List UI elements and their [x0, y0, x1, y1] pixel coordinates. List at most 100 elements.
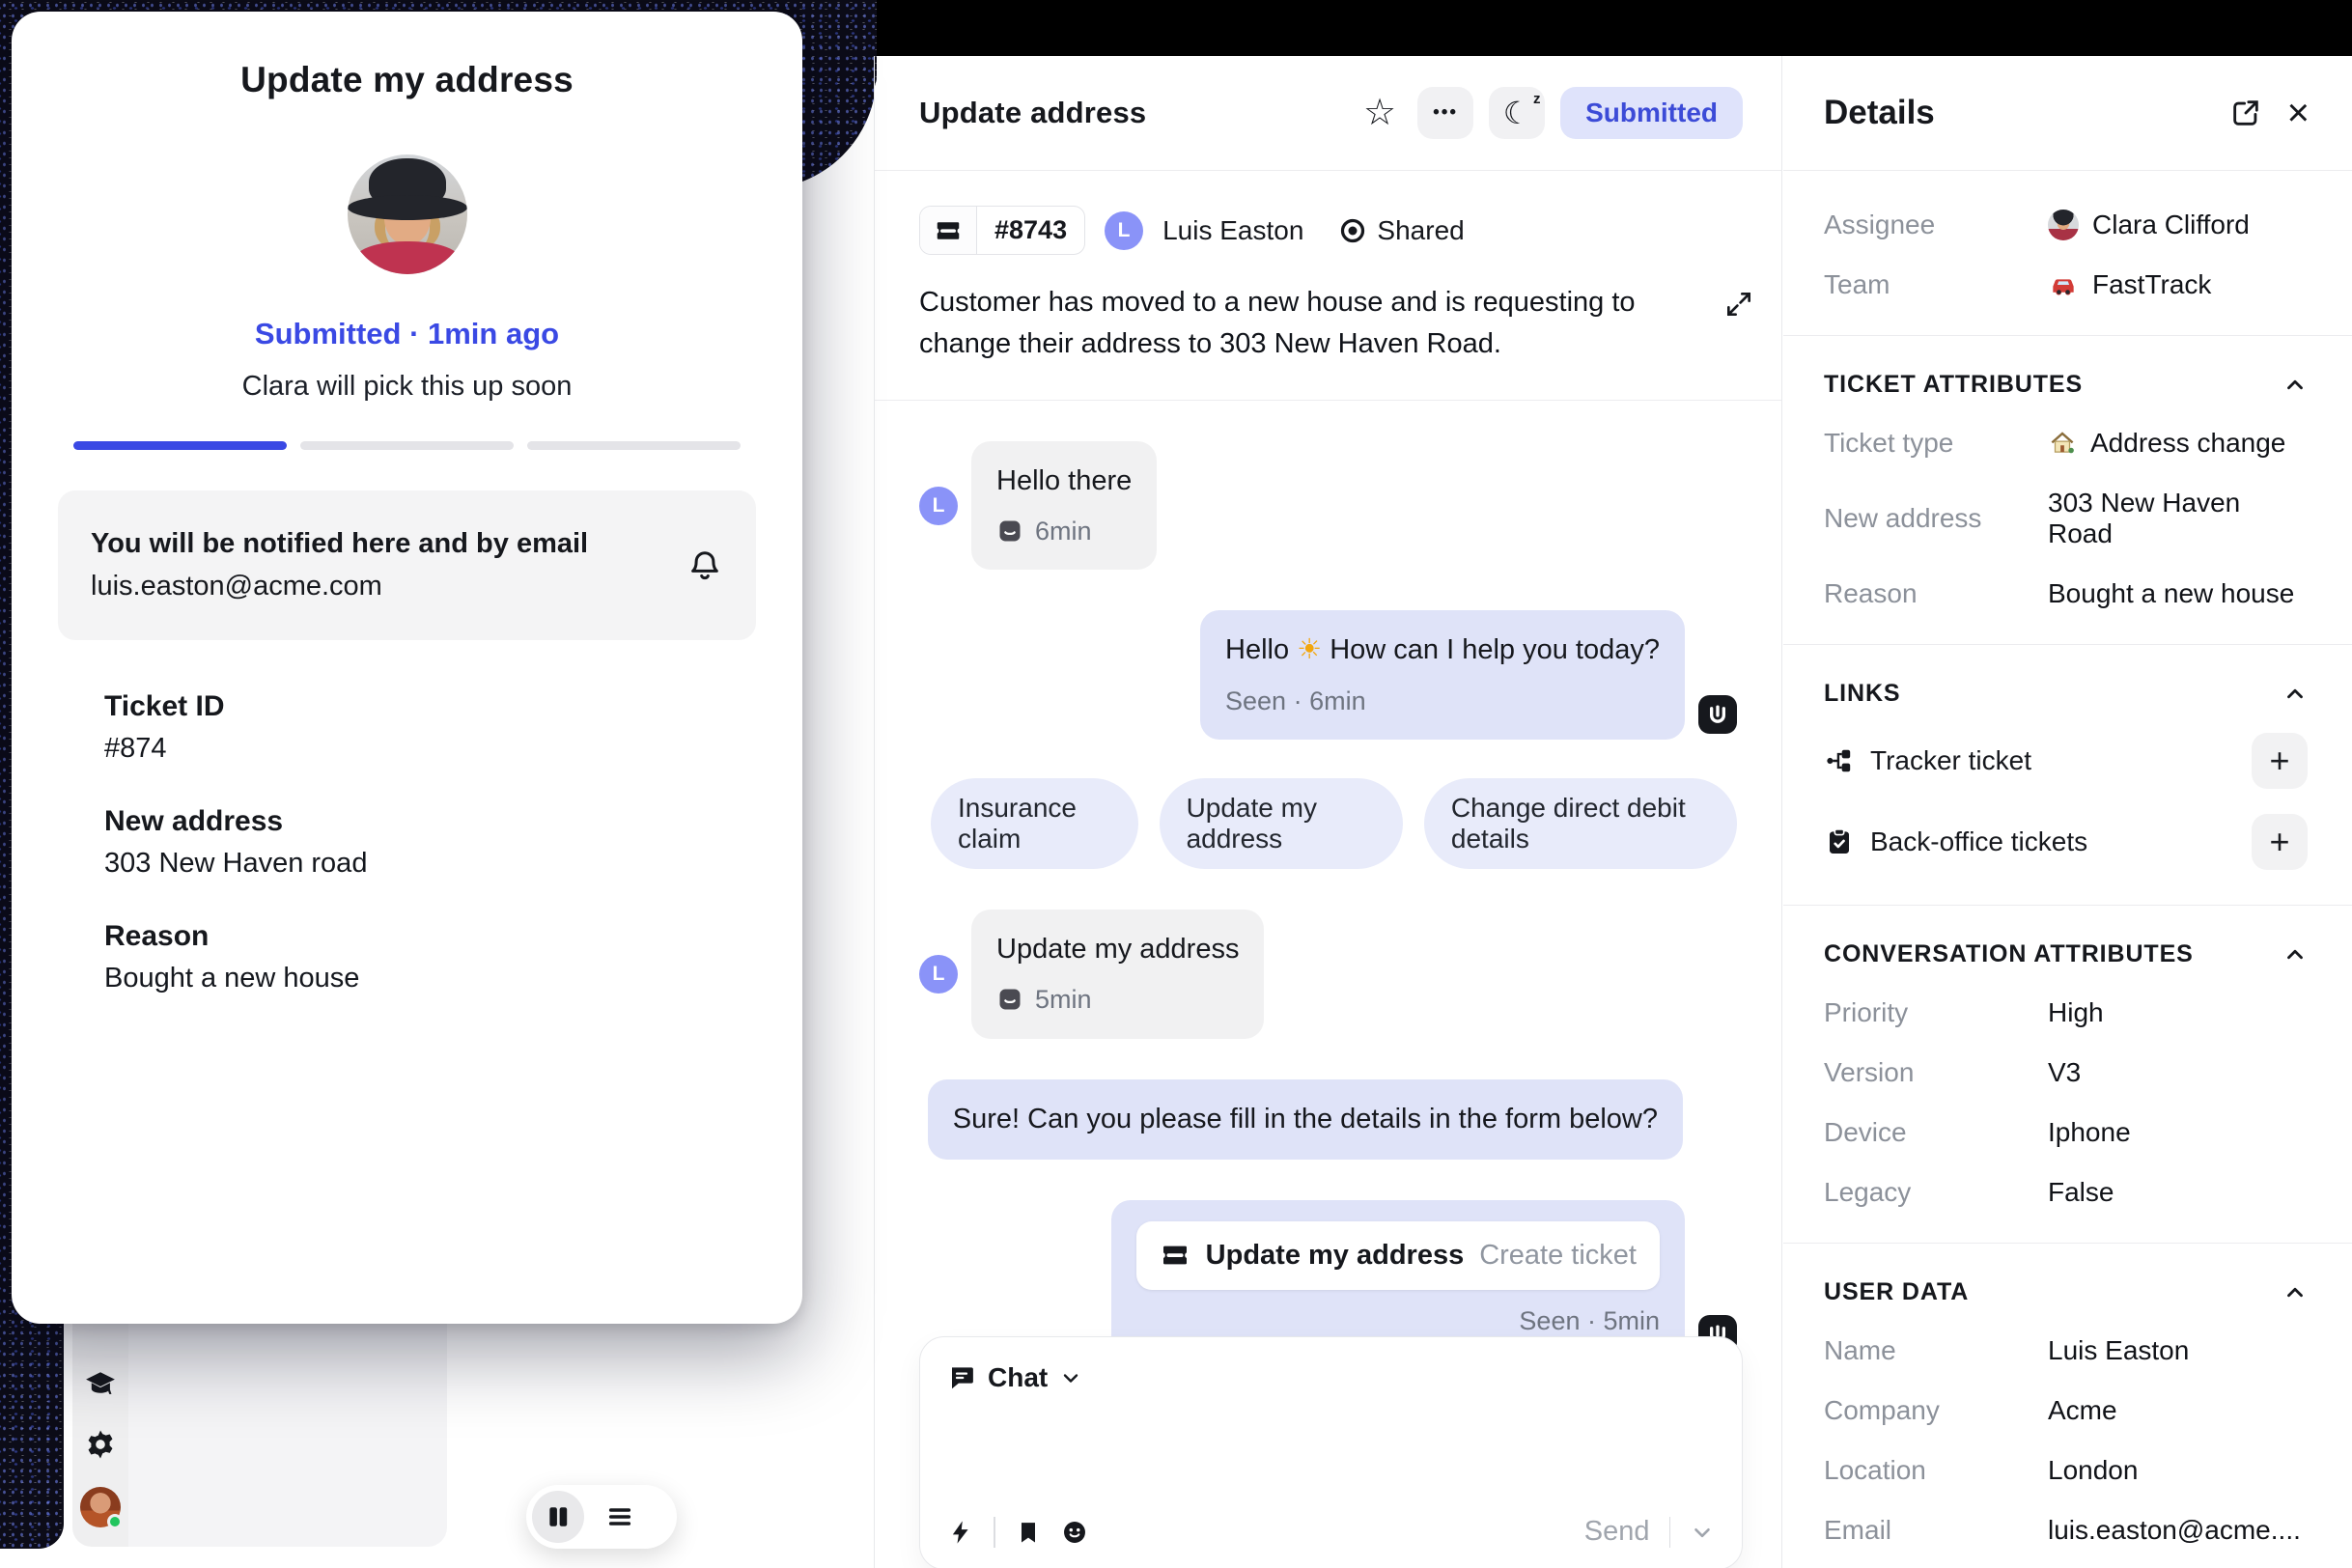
messenger-icon	[996, 986, 1023, 1013]
attribute-row: Email luis.easton@acme....	[1824, 1515, 2308, 1546]
create-ticket-card[interactable]: Update my address Create ticket	[1136, 1221, 1660, 1290]
attribute-row: Company Acme	[1824, 1395, 2308, 1426]
message-row-outbound: Hello ☀ How can I help you today? Seen ·…	[919, 610, 1737, 740]
quick-reply-direct-debit[interactable]: Change direct debit details	[1424, 778, 1737, 869]
add-tracker-ticket-button[interactable]: +	[2252, 733, 2308, 789]
divider	[1783, 644, 2352, 645]
ellipsis-icon: •••	[1433, 102, 1458, 124]
progress-bar	[73, 441, 741, 450]
message-row-inbound: L Hello there 6min	[919, 441, 1737, 571]
divider	[1669, 1517, 1671, 1548]
chat-icon	[947, 1363, 976, 1392]
user-avatar: L	[1105, 211, 1143, 250]
app-window: Update address ☆ ••• ☾z Submitted #8743	[874, 56, 2352, 1568]
ticket-row: #8743 L Luis Easton Shared	[919, 206, 1737, 255]
message-row-outbound: Sure! Can you please fill in the details…	[919, 1079, 1737, 1160]
chevron-up-icon	[2282, 682, 2308, 707]
back-office-tickets-link: Back-office tickets +	[1824, 814, 2308, 870]
conversation-body: #8743 L Luis Easton Shared Customer has …	[875, 206, 1781, 1568]
ticket-icon	[1160, 1240, 1190, 1271]
fin-bot-avatar	[1698, 695, 1737, 734]
assignee-name[interactable]: Clara Clifford	[2092, 210, 2250, 240]
section-links[interactable]: LINKS	[1824, 680, 2308, 708]
tracker-ticket-link: Tracker ticket +	[1824, 733, 2308, 789]
ticket-icon	[920, 207, 977, 254]
chevron-down-icon	[1059, 1366, 1082, 1389]
send-button[interactable]: Send	[1584, 1516, 1650, 1548]
message-bubble: Hello there 6min	[971, 441, 1157, 571]
settings-gear-icon[interactable]	[83, 1427, 118, 1462]
emoji-icon[interactable]	[1061, 1519, 1088, 1546]
expand-icon[interactable]	[1723, 289, 1754, 320]
message-text: Hello ☀ How can I help you today?	[1225, 631, 1660, 669]
close-icon[interactable]: ×	[2287, 94, 2310, 132]
assignee-row: Assignee Clara Clifford	[1824, 210, 2308, 240]
graduation-cap-icon[interactable]	[83, 1367, 118, 1402]
snooze-button[interactable]: ☾z	[1489, 87, 1545, 139]
message-bubble: Sure! Can you please fill in the details…	[928, 1079, 1683, 1160]
screen: Update address ☆ ••• ☾z Submitted #8743	[0, 0, 2352, 1568]
message-meta: 5min	[996, 982, 1239, 1017]
details-panel: Details × Assignee Clara Clifford Team F…	[1783, 56, 2352, 1568]
messenger-ticket-card: Update my address Submitted · 1min ago C…	[12, 12, 802, 1324]
user-avatar: L	[919, 955, 958, 994]
star-icon[interactable]: ☆	[1358, 91, 1402, 135]
chevron-up-icon	[2282, 1280, 2308, 1305]
quick-reply-insurance-claim[interactable]: Insurance claim	[931, 778, 1138, 869]
ticket-id-pill[interactable]: #8743	[919, 206, 1085, 255]
ticket-description: Customer has moved to a new house and is…	[919, 282, 1682, 365]
progress-step-1	[73, 441, 287, 450]
quick-reply-update-address[interactable]: Update my address	[1160, 778, 1403, 869]
chevron-up-icon	[2282, 373, 2308, 398]
section-ticket-attributes[interactable]: TICKET ATTRIBUTES	[1824, 371, 2308, 399]
user-avatar: L	[919, 487, 958, 525]
open-in-new-icon[interactable]	[2229, 97, 2262, 129]
divider	[1783, 1243, 2352, 1244]
message-status: Seen · 5min	[1136, 1303, 1660, 1338]
details-title: Details	[1824, 94, 1935, 132]
message-bubble: Update my address 5min	[971, 910, 1264, 1039]
channel-selector[interactable]: Chat	[947, 1362, 1715, 1393]
section-user-data[interactable]: USER DATA	[1824, 1278, 2308, 1306]
progress-step-2	[300, 441, 514, 450]
team-name[interactable]: FastTrack	[2092, 269, 2211, 300]
teammate-avatar	[348, 154, 467, 274]
send-options-chevron-icon[interactable]	[1690, 1520, 1715, 1545]
quick-replies: Insurance claim Update my address Change…	[919, 778, 1737, 869]
notification-text: You will be notified here and by email	[91, 523, 588, 566]
house-icon	[2048, 429, 2077, 458]
reply-composer[interactable]: Chat Send	[919, 1336, 1743, 1568]
details-header: Details ×	[1783, 56, 2352, 171]
notification-email: luis.easton@acme.com	[91, 571, 382, 602]
ticket-card-title: Update my address	[1206, 1237, 1465, 1274]
assignee-avatar	[2048, 210, 2079, 240]
saved-replies-bookmark-icon[interactable]	[1015, 1519, 1042, 1546]
add-back-office-ticket-button[interactable]: +	[2252, 814, 2308, 870]
section-conversation-attributes[interactable]: CONVERSATION ATTRIBUTES	[1824, 940, 2308, 968]
shortcuts-lightning-icon[interactable]	[947, 1519, 974, 1546]
field-new-address: New address 303 New Haven road	[104, 805, 802, 880]
current-user-avatar[interactable]	[80, 1487, 121, 1527]
more-options-button[interactable]: •••	[1417, 87, 1473, 139]
messenger-icon	[996, 518, 1023, 545]
online-status-dot	[107, 1514, 123, 1529]
conversation-header: Update address ☆ ••• ☾z Submitted	[875, 56, 1781, 171]
attribute-row: Version V3	[1824, 1057, 2308, 1088]
field-ticket-id: Ticket ID #874	[104, 690, 802, 765]
attribute-row: Ticket type Address change	[1824, 428, 2308, 459]
layout-toggle	[526, 1485, 677, 1549]
attribute-row: Name Luis Easton	[1824, 1335, 2308, 1366]
attribute-row: Legacy False	[1824, 1177, 2308, 1208]
attribute-row: Priority High	[1824, 997, 2308, 1028]
message-bubble: Hello ☀ How can I help you today? Seen ·…	[1200, 610, 1685, 740]
ticket-card-action: Create ticket	[1479, 1237, 1637, 1274]
conversation-panel: Update address ☆ ••• ☾z Submitted #8743	[874, 56, 1782, 1568]
eye-icon	[1338, 216, 1367, 245]
shared-indicator: Shared	[1338, 215, 1464, 246]
list-view-button[interactable]	[594, 1491, 646, 1543]
attribute-row: Device Iphone	[1824, 1117, 2308, 1148]
status-badge[interactable]: Submitted	[1560, 87, 1743, 139]
chevron-up-icon	[2282, 942, 2308, 967]
columns-view-button[interactable]	[532, 1491, 584, 1543]
field-reason: Reason Bought a new house	[104, 920, 802, 994]
